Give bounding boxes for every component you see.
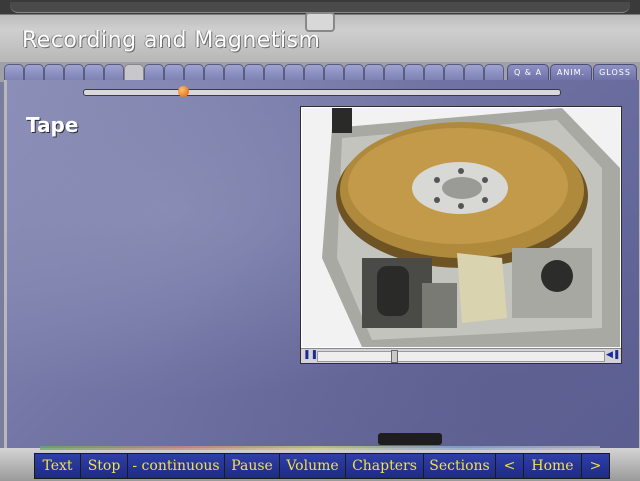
tab-q-and-a[interactable]: Q & A <box>507 64 549 80</box>
chapter-tab[interactable] <box>384 64 404 81</box>
chapter-tab[interactable] <box>344 64 364 81</box>
tab-animation[interactable]: ANIM. <box>550 64 592 80</box>
previous-button[interactable]: < <box>496 454 524 478</box>
pause-button[interactable]: Pause <box>225 454 280 478</box>
chapter-tab[interactable] <box>104 64 124 81</box>
chapter-tab[interactable] <box>404 64 424 81</box>
chapter-tab-strip: Q & A ANIM. GLOSS <box>0 62 640 82</box>
chapter-tab[interactable] <box>84 64 104 81</box>
video-controls: ❚❚ ◀❚ <box>301 348 621 363</box>
chapter-tab[interactable] <box>64 64 84 81</box>
home-button[interactable]: Home <box>524 454 582 478</box>
chapter-tab[interactable] <box>24 64 44 81</box>
video-seek-thumb[interactable] <box>391 350 399 363</box>
section-progress-knob[interactable] <box>177 86 189 97</box>
chapter-tab[interactable] <box>164 64 184 81</box>
volume-icon[interactable]: ◀❚ <box>606 350 620 361</box>
chapter-tab[interactable] <box>284 64 304 81</box>
sections-button[interactable]: Sections <box>424 454 496 478</box>
navigation-bar: Text Stop - continuous Pause Volume Chap… <box>34 453 610 479</box>
chapter-tab[interactable] <box>424 64 444 81</box>
section-heading: Tape <box>26 113 79 137</box>
pause-icon[interactable]: ❚❚ <box>303 350 318 361</box>
stop-button[interactable]: Stop <box>81 454 128 478</box>
chapter-tab[interactable] <box>144 64 164 81</box>
chapter-tab[interactable] <box>244 64 264 81</box>
chapter-tab[interactable] <box>184 64 204 81</box>
chapter-tab[interactable] <box>124 64 144 81</box>
chapter-tab[interactable] <box>484 64 504 81</box>
chapters-button[interactable]: Chapters <box>346 454 424 478</box>
next-button[interactable]: > <box>582 454 609 478</box>
chapter-tab[interactable] <box>464 64 484 81</box>
bottom-accent-strip <box>40 446 600 450</box>
video-frame[interactable] <box>302 108 620 347</box>
chapter-tab[interactable] <box>264 64 284 81</box>
chapter-tab[interactable] <box>224 64 244 81</box>
hard-drive-video-image <box>302 108 620 347</box>
chapter-tab[interactable] <box>364 64 384 81</box>
chapter-tab[interactable] <box>204 64 224 81</box>
tab-glossary[interactable]: GLOSS <box>593 64 637 80</box>
chapter-tab[interactable] <box>304 64 324 81</box>
text-button[interactable]: Text <box>35 454 81 478</box>
chapter-tab[interactable] <box>324 64 344 81</box>
video-player: ❚❚ ◀❚ <box>300 106 622 364</box>
section-progress-track[interactable] <box>83 89 561 96</box>
app-title: Recording and Magnetism <box>22 28 321 53</box>
chapter-tab[interactable] <box>4 64 24 81</box>
chapter-tab[interactable] <box>44 64 64 81</box>
chapter-tab[interactable] <box>444 64 464 81</box>
top-chrome: Recording and Magnetism <box>0 0 640 64</box>
continuous-button[interactable]: - continuous <box>128 454 225 478</box>
bottom-grip-handle[interactable] <box>378 433 442 445</box>
video-seek-bar[interactable] <box>317 351 605 362</box>
volume-button[interactable]: Volume <box>280 454 346 478</box>
